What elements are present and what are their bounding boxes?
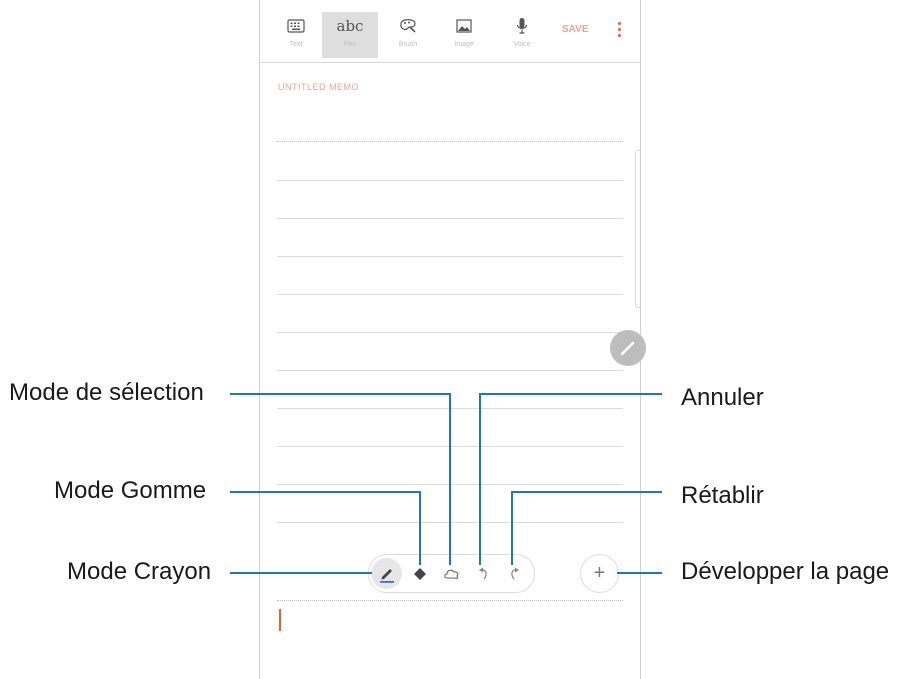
callout-expand-page: Développer la page [681, 558, 890, 585]
callout-pen-mode: Mode Crayon [67, 558, 212, 585]
callout-eraser-mode: Mode Gomme [54, 477, 207, 504]
callout-redo: Rétablir [681, 482, 764, 509]
callout-undo: Annuler [681, 384, 764, 411]
callout-selection-mode: Mode de sélection [9, 379, 204, 406]
